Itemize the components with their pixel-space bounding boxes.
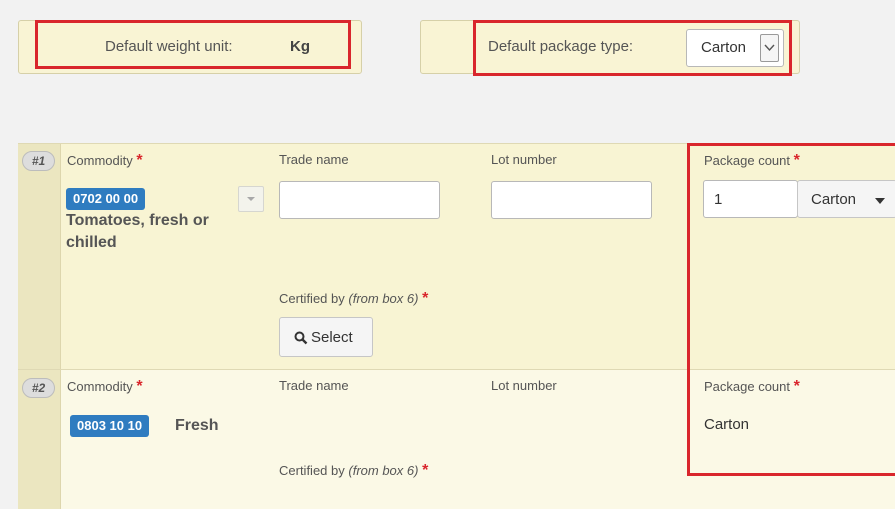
row-gutter	[18, 144, 61, 369]
cn-code-badge: 0803 10 10	[70, 415, 150, 437]
row-number: #2	[22, 378, 55, 398]
trade-name-label: Trade name	[279, 378, 349, 393]
cn-code-badge: 0702 00 00	[66, 188, 146, 210]
certified-by-label: Certified by (from box 6) *	[279, 462, 429, 479]
highlight-weight	[35, 20, 351, 69]
cn-description: Fresh	[175, 417, 219, 434]
commodity-label: Commodity *	[67, 378, 143, 395]
select-certifier-button[interactable]: Select	[279, 317, 373, 357]
trade-name-input[interactable]	[279, 181, 440, 219]
highlight-package	[473, 20, 792, 76]
highlight-package-count	[687, 143, 895, 476]
cn-description: Tomatoes, fresh or chilled	[66, 212, 209, 251]
search-icon	[294, 331, 308, 345]
lot-number-label: Lot number	[491, 378, 557, 393]
commodity-dropdown-button[interactable]	[238, 186, 264, 212]
certified-by-label: Certified by (from box 6) *	[279, 290, 429, 307]
row-number: #1	[22, 151, 55, 171]
caret-down-icon	[247, 197, 255, 201]
lot-number-input[interactable]	[491, 181, 652, 219]
commodity-label: Commodity *	[67, 152, 143, 169]
lot-number-label: Lot number	[491, 152, 557, 167]
trade-name-label: Trade name	[279, 152, 349, 167]
